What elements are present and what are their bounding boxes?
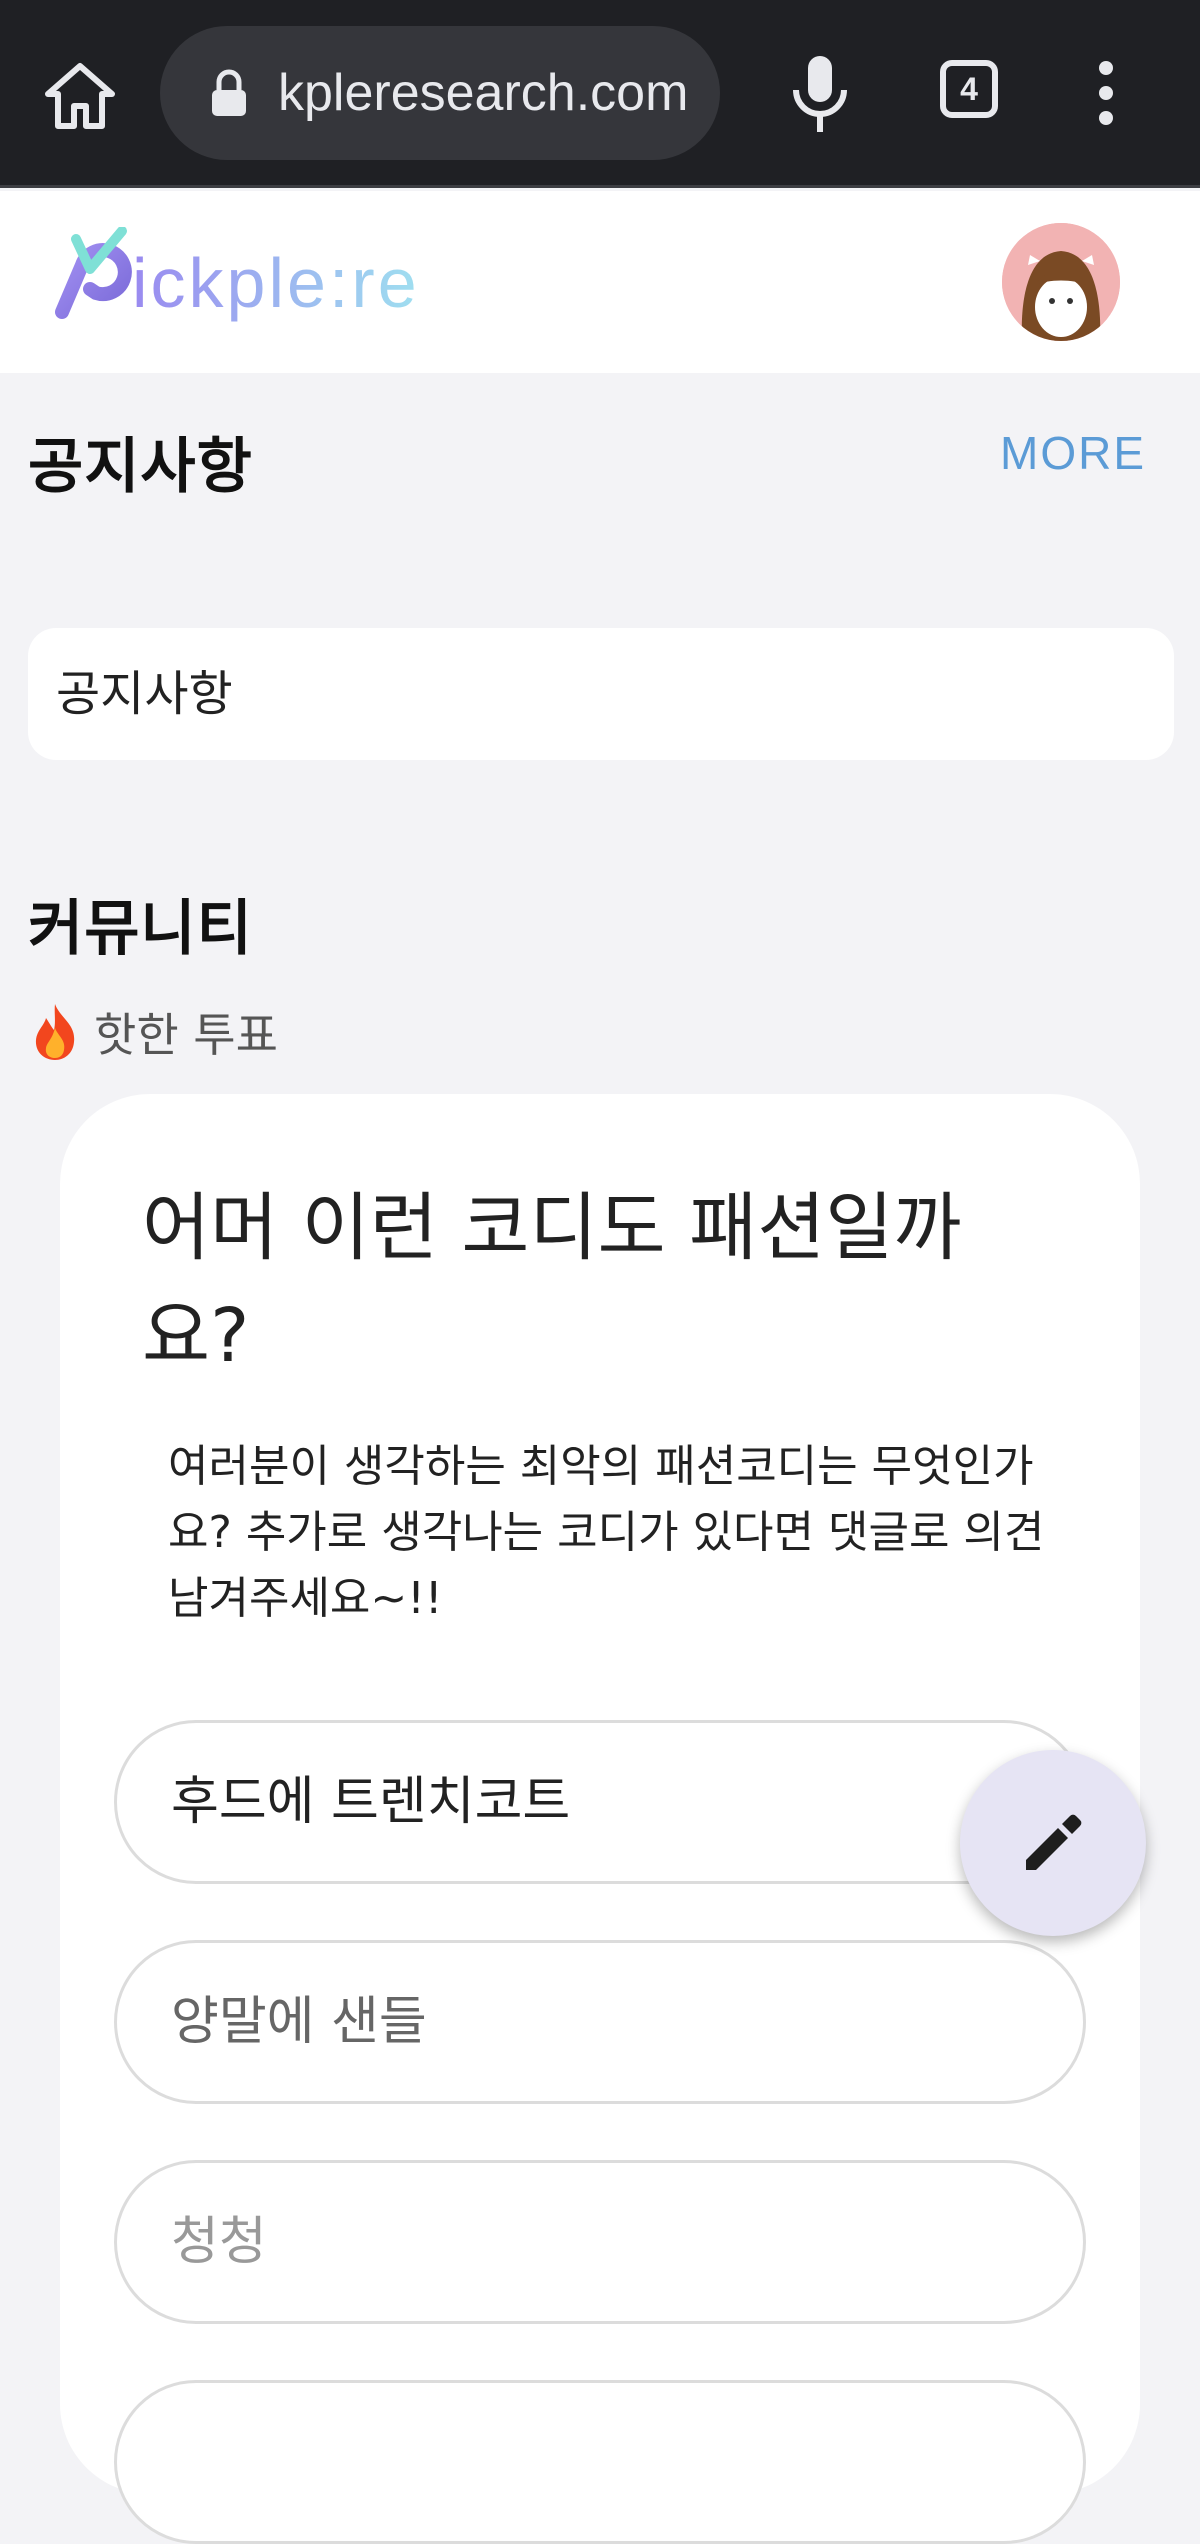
home-icon[interactable] — [40, 56, 120, 136]
site-logo[interactable]: ickple:re — [52, 227, 472, 337]
notice-card-text: 공지사항 — [56, 666, 233, 722]
poll-option-label: 청청 — [171, 2212, 267, 2272]
poll-option-label: 후드에 트렌치코트 — [171, 1772, 571, 1832]
fire-icon — [35, 1004, 75, 1060]
poll-option-label: 양말에 샌들 — [171, 1992, 427, 2052]
lock-icon — [212, 69, 246, 116]
poll-option[interactable]: 양말에 샌들 — [114, 1940, 1086, 2104]
hot-poll-text: 핫한 투표 — [94, 1008, 278, 1062]
microphone-icon[interactable] — [780, 50, 860, 140]
browser-toolbar: kpleresearch.com 4 — [0, 0, 1200, 188]
poll-title: 어머 이런 코디도 패션일까요? — [142, 1185, 962, 1379]
avatar-image — [1002, 223, 1120, 341]
pencil-icon — [1026, 1814, 1082, 1870]
tab-count: 4 — [940, 60, 998, 118]
poll-option[interactable] — [114, 2380, 1086, 2544]
poll-description: 여러분이 생각하는 최악의 패션코디는 무엇인가요? 추가로 생각나는 코디가 … — [168, 1441, 1045, 1624]
community-section-title: 커뮤니티 — [28, 894, 253, 964]
notice-section-title: 공지사항 — [28, 432, 253, 502]
poll-option[interactable]: 청청 — [114, 2160, 1086, 2324]
svg-text:ickple:re: ickple:re — [132, 244, 420, 322]
more-vert-icon[interactable] — [1086, 58, 1126, 128]
poll-option[interactable]: 후드에 트렌치코트 — [114, 1720, 1086, 1884]
write-post-button[interactable] — [960, 1750, 1146, 1936]
url-text: kpleresearch.com — [278, 64, 689, 122]
notice-card[interactable]: 공지사항 — [28, 628, 1174, 760]
toolbar-divider — [0, 185, 1200, 188]
hot-poll-label: 핫한 투표 — [30, 1000, 278, 1064]
user-avatar[interactable] — [1002, 223, 1120, 341]
notice-more-link[interactable]: MORE — [1000, 426, 1146, 480]
site-header: ickple:re — [0, 191, 1200, 373]
address-bar[interactable]: kpleresearch.com — [160, 26, 720, 160]
tab-switcher-button[interactable]: 4 — [940, 60, 1006, 126]
